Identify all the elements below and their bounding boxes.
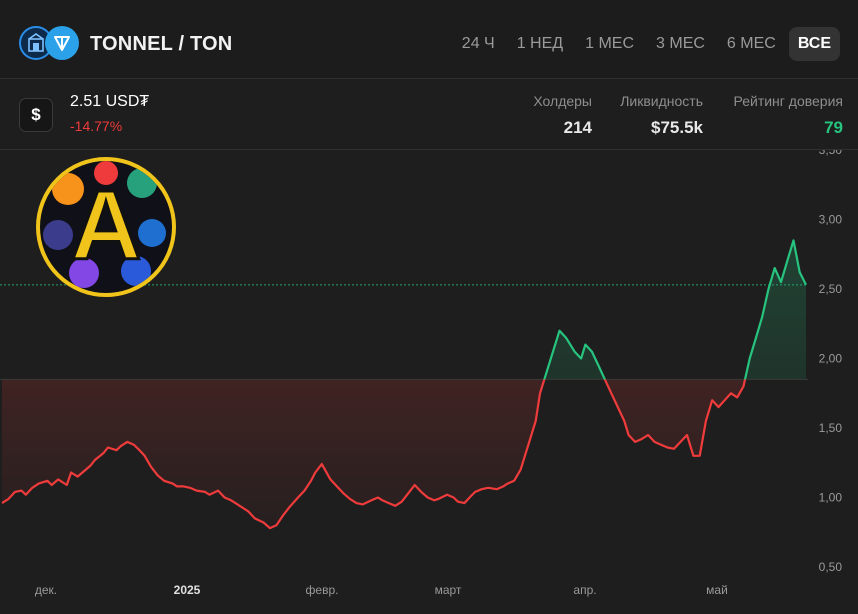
y-tick-label: 0,50 [819,560,843,574]
x-tick-label: апр. [573,583,596,597]
current-price: 2.51 USD₮ [70,93,150,110]
holders-stat: Холдеры 214 [533,93,592,138]
pair-logos [19,26,81,62]
holders-label: Холдеры [533,93,592,109]
y-tick-label: 3,00 [819,213,843,227]
y-tick-label: 2,50 [819,282,843,296]
timeframe-tabs: 24 Ч 1 НЕД 1 МЕС 3 МЕС 6 МЕС ВСЕ [453,27,840,61]
header-bar: TONNEL / TON 24 Ч 1 НЕД 1 МЕС 3 МЕС 6 МЕ… [0,0,858,79]
y-tick-label: 1,50 [819,421,843,435]
pair-title: TONNEL / TON [90,33,233,55]
dollar-icon: $ [31,105,41,124]
x-tick-label: 2025 [174,583,201,597]
x-axis-ticks: дек. 2025 февр. март апр. май [35,583,728,597]
x-tick-label: февр. [306,583,339,597]
tab-6m[interactable]: 6 МЕС [718,27,785,61]
liquidity-value: $75.5k [651,118,703,137]
y-tick-label: 1,00 [819,491,843,505]
price-change: -14.77% [70,118,123,134]
x-tick-label: май [706,583,728,597]
liquidity-stat: Ликвидность $75.5k [620,93,703,138]
x-tick-label: март [435,583,462,597]
holders-value: 214 [563,118,592,137]
badge-letter: A [71,170,142,280]
tab-1m[interactable]: 1 МЕС [576,27,643,61]
channel-badge-logo: A [36,157,176,297]
tab-3m[interactable]: 3 МЕС [647,27,714,61]
trust-rating-value: 79 [824,118,843,137]
ton-logo-icon [45,26,79,60]
y-axis-ticks: 3,50 3,00 2,50 2,00 1,50 1,00 0,50 [819,143,843,574]
trust-rating-stat: Рейтинг доверия 79 [734,93,844,138]
currency-toggle-button[interactable]: $ [19,98,53,132]
x-tick-label: дек. [35,583,57,597]
tab-1w[interactable]: 1 НЕД [508,27,572,61]
price-info-bar: $ 2.51 USD₮ -14.77% Холдеры 214 Ликвидно… [0,79,858,150]
tab-all[interactable]: ВСЕ [788,27,840,61]
tab-24h[interactable]: 24 Ч [453,27,504,61]
trust-rating-label: Рейтинг доверия [733,93,844,109]
liquidity-label: Ликвидность [620,93,703,109]
y-tick-label: 3,50 [819,150,843,157]
y-tick-label: 2,00 [819,352,843,366]
